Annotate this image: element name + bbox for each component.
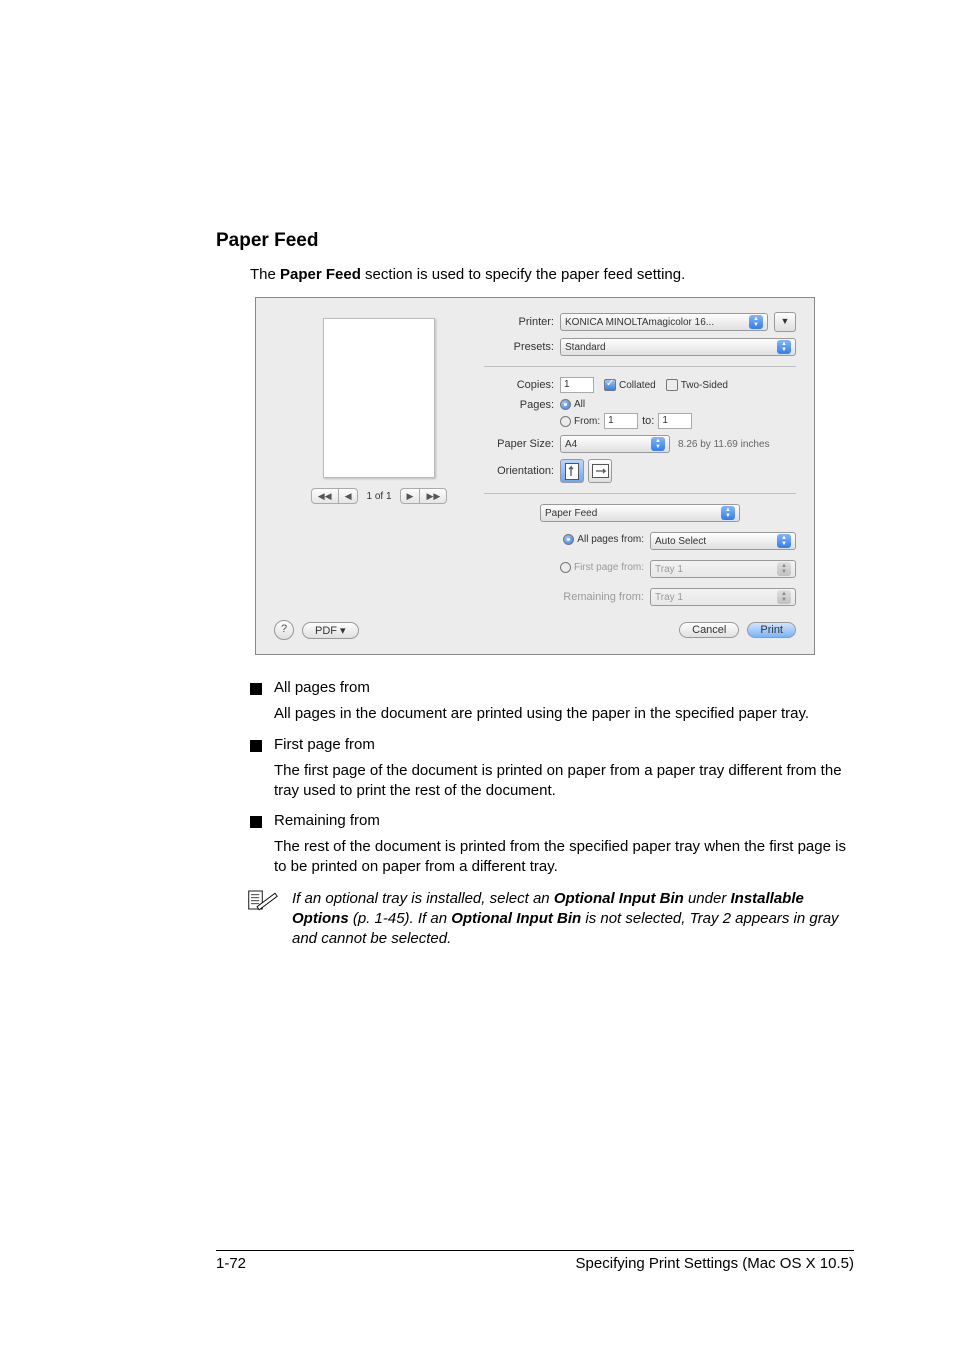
- bullet-title: All pages from: [274, 679, 370, 696]
- preview-pager: ◀◀ ◀ 1 of 1 ▶ ▶▶: [311, 488, 448, 504]
- updown-icon: ▲▼: [749, 315, 763, 329]
- pager-next-group[interactable]: ▶ ▶▶: [400, 488, 448, 504]
- updown-icon: ▲▼: [777, 590, 791, 604]
- pages-from-field[interactable]: 1: [604, 413, 638, 429]
- orientation-label: Orientation:: [484, 465, 560, 477]
- bullet-item: First page from: [250, 736, 854, 753]
- two-sided-checkbox[interactable]: Two-Sided: [666, 379, 728, 391]
- updown-icon: ▲▼: [721, 506, 735, 520]
- page-preview: [323, 318, 435, 478]
- intro-paragraph: The Paper Feed section is used to specif…: [250, 266, 854, 283]
- bullet-description: The rest of the document is printed from…: [274, 837, 854, 877]
- help-button[interactable]: ?: [274, 620, 294, 640]
- checkbox-icon: [666, 379, 678, 391]
- updown-icon: ▲▼: [777, 562, 791, 576]
- updown-icon: ▲▼: [777, 340, 791, 354]
- bullet-description: The first page of the document is printe…: [274, 761, 854, 801]
- pager-prev-icon: ◀: [339, 489, 358, 503]
- note-text: If an optional tray is installed, select…: [292, 889, 854, 950]
- first-page-from-popup: Tray 1 ▲▼: [650, 560, 796, 578]
- section-heading: Paper Feed: [216, 230, 854, 252]
- pages-from-radio[interactable]: From:: [560, 416, 600, 427]
- all-pages-from-popup[interactable]: Auto Select ▲▼: [650, 532, 796, 550]
- pdf-button[interactable]: PDF ▾: [302, 622, 359, 639]
- presets-label: Presets:: [484, 341, 560, 353]
- radio-off-icon: [560, 416, 571, 427]
- square-bullet-icon: [250, 740, 262, 752]
- copies-field[interactable]: 1: [560, 377, 594, 393]
- radio-on-icon: [563, 534, 574, 545]
- presets-popup[interactable]: Standard ▲▼: [560, 338, 796, 356]
- pages-to-label: to:: [642, 415, 654, 427]
- radio-off-icon: [560, 562, 571, 573]
- printer-status-button[interactable]: ▼: [774, 312, 796, 332]
- bullet-title: First page from: [274, 736, 375, 753]
- pager-next-icon: ▶: [401, 489, 421, 503]
- collated-checkbox[interactable]: Collated: [604, 379, 656, 391]
- bullet-item: Remaining from: [250, 812, 854, 829]
- bullet-description: All pages in the document are printed us…: [274, 704, 854, 724]
- square-bullet-icon: [250, 683, 262, 695]
- note-icon: [248, 889, 280, 950]
- dialog-section-popup[interactable]: Paper Feed ▲▼: [540, 504, 740, 522]
- bullet-item: All pages from: [250, 679, 854, 696]
- page-number: 1-72: [216, 1255, 246, 1272]
- cancel-button[interactable]: Cancel: [679, 622, 739, 638]
- all-pages-from-radio[interactable]: All pages from:: [563, 534, 644, 545]
- printer-popup[interactable]: KONICA MINOLTAmagicolor 16... ▲▼: [560, 313, 768, 331]
- pager-indicator: 1 of 1: [366, 491, 391, 502]
- orientation-landscape-button[interactable]: [588, 459, 612, 483]
- square-bullet-icon: [250, 816, 262, 828]
- papersize-popup[interactable]: A4 ▲▼: [560, 435, 670, 453]
- pager-last-icon: ▶▶: [420, 489, 446, 503]
- updown-icon: ▲▼: [651, 437, 665, 451]
- checkmark-icon: [604, 379, 616, 391]
- pages-label: Pages:: [484, 399, 560, 411]
- remaining-from-popup: Tray 1 ▲▼: [650, 588, 796, 606]
- running-header: Specifying Print Settings (Mac OS X 10.5…: [576, 1255, 854, 1272]
- papersize-dimensions: 8.26 by 11.69 inches: [678, 439, 770, 450]
- pages-to-field[interactable]: 1: [658, 413, 692, 429]
- bullet-title: Remaining from: [274, 812, 380, 829]
- print-button[interactable]: Print: [747, 622, 796, 638]
- first-page-from-radio[interactable]: First page from:: [560, 562, 644, 573]
- landscape-page-icon: [592, 464, 609, 478]
- pager-prev-group[interactable]: ◀◀ ◀: [311, 488, 359, 504]
- copies-label: Copies:: [484, 379, 560, 391]
- remaining-from-label: Remaining from:: [484, 591, 650, 603]
- print-dialog: ◀◀ ◀ 1 of 1 ▶ ▶▶ Printer:: [255, 297, 815, 655]
- radio-on-icon: [560, 399, 571, 410]
- pager-first-icon: ◀◀: [312, 489, 339, 503]
- orientation-portrait-button[interactable]: [560, 459, 584, 483]
- printer-label: Printer:: [484, 316, 560, 328]
- pages-all-radio[interactable]: All: [560, 399, 692, 410]
- papersize-label: Paper Size:: [484, 438, 560, 450]
- updown-icon: ▲▼: [777, 534, 791, 548]
- portrait-page-icon: [565, 463, 579, 480]
